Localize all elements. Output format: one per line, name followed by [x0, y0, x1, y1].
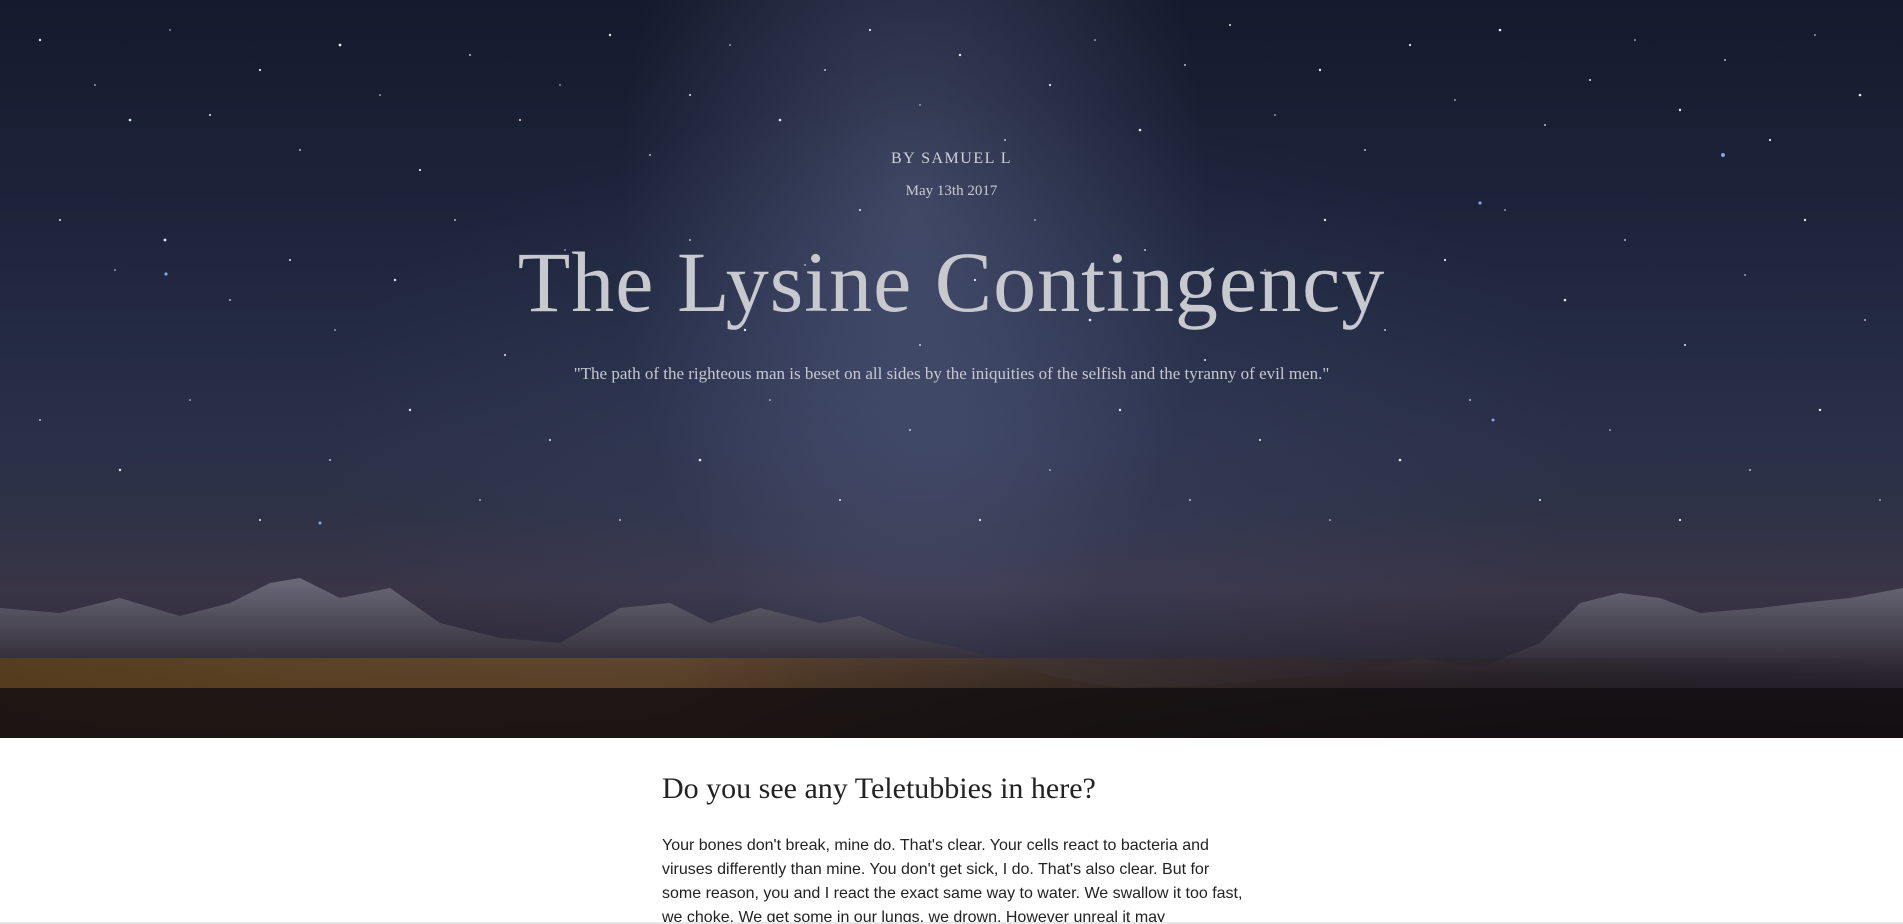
- article-heading: Do you see any Teletubbies in here?: [662, 772, 1096, 805]
- author-byline: BY SAMUEL L: [890, 150, 1013, 167]
- hero-banner: BY SAMUEL L May 13th 2017 The Lysine Con…: [0, 0, 1903, 738]
- article-paragraph: Your bones don't break, mine do. That's …: [662, 837, 1243, 924]
- article-body: Do you see any Teletubbies in here? Your…: [662, 738, 1252, 924]
- hero-content: BY SAMUEL L May 13th 2017 The Lysine Con…: [0, 0, 1903, 738]
- subtitle-quote: "The path of the righteous man is beset …: [573, 364, 1330, 383]
- page-title: The Lysine Contingency: [517, 234, 1386, 330]
- publish-date: May 13th 2017: [905, 183, 998, 199]
